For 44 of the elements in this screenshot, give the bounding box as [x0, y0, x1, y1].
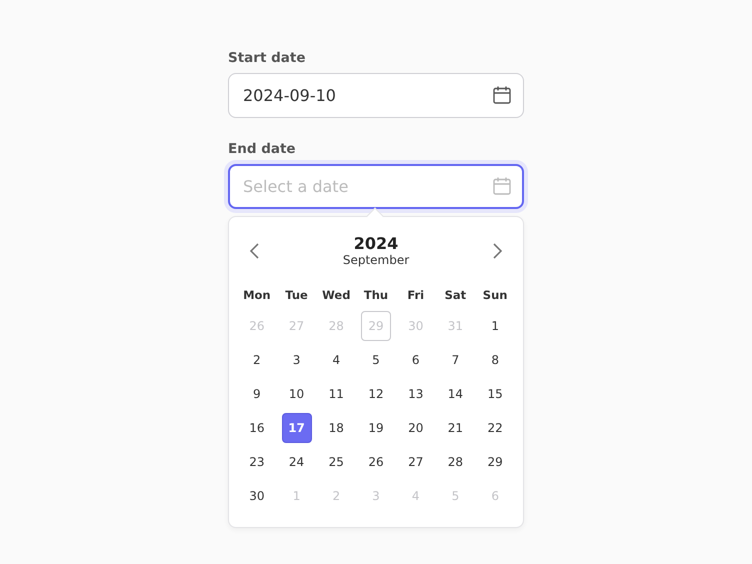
day-cell[interactable]: 4 — [321, 345, 352, 375]
day-cell[interactable]: 9 — [242, 379, 272, 409]
date-field[interactable]: Select a date — [228, 164, 524, 209]
calendar-icon[interactable] — [492, 85, 512, 105]
day-cell[interactable]: 16 — [242, 413, 272, 443]
calendar-month: September — [342, 253, 410, 267]
weekday-label: Thu — [364, 287, 388, 304]
day-cell[interactable]: 14 — [440, 379, 470, 409]
day-cell[interactable]: 30 — [242, 481, 272, 511]
day-cell[interactable]: 26 — [360, 447, 391, 477]
day-cell[interactable]: 5 — [360, 345, 391, 375]
day-cell[interactable]: 1 — [480, 311, 510, 341]
day-cell[interactable]: 29 — [480, 447, 510, 477]
field-label: Start date — [228, 49, 306, 67]
date-field[interactable]: 2024-09-10 — [228, 73, 524, 118]
day-cell[interactable]: 6 — [400, 345, 431, 375]
day-cell[interactable]: 15 — [480, 379, 510, 409]
day-cell[interactable]: 10 — [282, 379, 312, 409]
day-cell[interactable]: 24 — [282, 447, 312, 477]
weekday-label: Tue — [285, 287, 308, 304]
day-cell[interactable]: 27 — [400, 447, 431, 477]
weekday-label: Fri — [407, 287, 424, 304]
day-cell[interactable]: 12 — [360, 379, 391, 409]
day-cell[interactable]: 20 — [400, 413, 431, 443]
day-cell[interactable]: 19 — [360, 413, 391, 443]
calendar-year: 2024 — [354, 235, 398, 253]
day-cell[interactable]: 21 — [440, 413, 470, 443]
day-cell[interactable]: 11 — [321, 379, 352, 409]
weekday-label: Sat — [444, 287, 466, 304]
weekday-label: Wed — [322, 287, 350, 304]
day-cell[interactable]: 2 — [242, 345, 272, 375]
day-cell[interactable]: 23 — [242, 447, 272, 477]
weekday-label: Mon — [243, 287, 271, 304]
day-cell[interactable]: 3 — [282, 345, 312, 375]
day-cell[interactable]: 18 — [321, 413, 352, 443]
day-cell[interactable]: 8 — [480, 345, 510, 375]
weekday-label: Sun — [482, 287, 508, 304]
field-label: End date — [228, 140, 297, 158]
day-cell[interactable]: 17 — [282, 413, 312, 443]
day-cell[interactable]: 7 — [440, 345, 470, 375]
day-cell[interactable]: 25 — [321, 447, 352, 477]
day-cell[interactable]: 13 — [400, 379, 431, 409]
day-cell[interactable]: 28 — [440, 447, 470, 477]
day-cell[interactable]: 22 — [480, 413, 510, 443]
